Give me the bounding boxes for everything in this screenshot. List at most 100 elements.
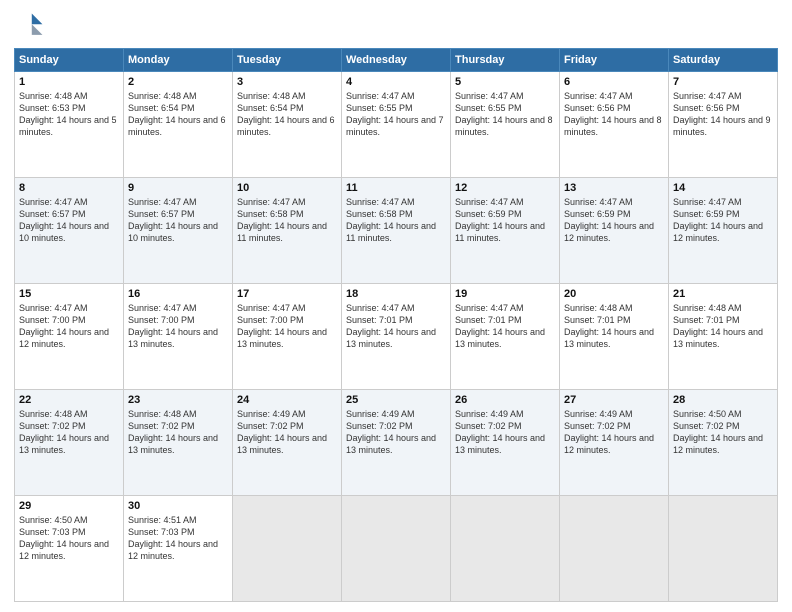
calendar-cell: 16Sunrise: 4:47 AMSunset: 7:00 PMDayligh… [124, 284, 233, 390]
logo-icon [14, 10, 46, 42]
day-info: Sunrise: 4:48 AMSunset: 7:02 PMDaylight:… [128, 409, 218, 455]
day-info: Sunrise: 4:47 AMSunset: 6:59 PMDaylight:… [564, 197, 654, 243]
day-number: 19 [455, 288, 555, 300]
day-number: 24 [237, 394, 337, 406]
calendar-cell: 12 Sunrise: 4:47 AMSunset: 6:59 PMDayligh… [451, 178, 560, 284]
day-number: 20 [564, 288, 664, 300]
page: SundayMondayTuesdayWednesdayThursdayFrid… [0, 0, 792, 612]
day-number: 27 [564, 394, 664, 406]
calendar-row: 1 Sunrise: 4:48 AMSunset: 6:53 PMDaylight… [15, 72, 778, 178]
day-number: 8 [19, 182, 119, 194]
logo [14, 10, 50, 42]
calendar-cell: 10 Sunrise: 4:47 AMSunset: 6:58 PMDayligh… [233, 178, 342, 284]
day-number: 30 [128, 500, 228, 512]
calendar-row: 15Sunrise: 4:47 AMSunset: 7:00 PMDayligh… [15, 284, 778, 390]
day-info: Sunrise: 4:47 AMSunset: 7:01 PMDaylight:… [455, 303, 545, 349]
calendar-cell: 5 Sunrise: 4:47 AMSunset: 6:55 PMDaylight… [451, 72, 560, 178]
day-info: Sunrise: 4:48 AMSunset: 6:53 PMDaylight:… [19, 91, 117, 137]
day-number: 18 [346, 288, 446, 300]
day-info: Sunrise: 4:47 AMSunset: 6:55 PMDaylight:… [346, 91, 444, 137]
day-number: 22 [19, 394, 119, 406]
calendar-header-row: SundayMondayTuesdayWednesdayThursdayFrid… [15, 49, 778, 72]
day-info: Sunrise: 4:49 AMSunset: 7:02 PMDaylight:… [346, 409, 436, 455]
day-info: Sunrise: 4:47 AMSunset: 6:56 PMDaylight:… [564, 91, 662, 137]
day-info: Sunrise: 4:48 AMSunset: 6:54 PMDaylight:… [128, 91, 226, 137]
calendar-cell: 8Sunrise: 4:47 AMSunset: 6:57 PMDaylight… [15, 178, 124, 284]
calendar-cell: 1 Sunrise: 4:48 AMSunset: 6:53 PMDaylight… [15, 72, 124, 178]
calendar-cell: 26 Sunrise: 4:49 AMSunset: 7:02 PMDayligh… [451, 390, 560, 496]
day-info: Sunrise: 4:49 AMSunset: 7:02 PMDaylight:… [564, 409, 654, 455]
calendar-header-sunday: Sunday [15, 49, 124, 72]
day-number: 5 [455, 76, 555, 88]
day-number: 12 [455, 182, 555, 194]
day-number: 29 [19, 500, 119, 512]
day-info: Sunrise: 4:50 AMSunset: 7:03 PMDaylight:… [19, 515, 109, 561]
day-info: Sunrise: 4:47 AMSunset: 7:00 PMDaylight:… [237, 303, 327, 349]
calendar-cell: 22 Sunrise: 4:48 AMSunset: 7:02 PMDayligh… [15, 390, 124, 496]
calendar-cell: 20Sunrise: 4:48 AMSunset: 7:01 PMDayligh… [560, 284, 669, 390]
day-number: 9 [128, 182, 228, 194]
calendar-cell: 9Sunrise: 4:47 AMSunset: 6:57 PMDaylight… [124, 178, 233, 284]
calendar-cell [669, 496, 778, 602]
calendar-cell: 25 Sunrise: 4:49 AMSunset: 7:02 PMDayligh… [342, 390, 451, 496]
calendar-cell: 2 Sunrise: 4:48 AMSunset: 6:54 PMDaylight… [124, 72, 233, 178]
day-number: 25 [346, 394, 446, 406]
calendar-cell: 6 Sunrise: 4:47 AMSunset: 6:56 PMDaylight… [560, 72, 669, 178]
day-number: 10 [237, 182, 337, 194]
day-info: Sunrise: 4:47 AMSunset: 6:56 PMDaylight:… [673, 91, 771, 137]
calendar-cell: 27 Sunrise: 4:49 AMSunset: 7:02 PMDayligh… [560, 390, 669, 496]
day-info: Sunrise: 4:47 AMSunset: 6:58 PMDaylight:… [237, 197, 327, 243]
day-number: 4 [346, 76, 446, 88]
day-number: 26 [455, 394, 555, 406]
day-number: 6 [564, 76, 664, 88]
calendar-row: 22 Sunrise: 4:48 AMSunset: 7:02 PMDayligh… [15, 390, 778, 496]
day-info: Sunrise: 4:47 AMSunset: 6:59 PMDaylight:… [673, 197, 763, 243]
calendar-cell: 23 Sunrise: 4:48 AMSunset: 7:02 PMDayligh… [124, 390, 233, 496]
header [14, 10, 778, 42]
day-number: 17 [237, 288, 337, 300]
calendar-cell: 21Sunrise: 4:48 AMSunset: 7:01 PMDayligh… [669, 284, 778, 390]
calendar-cell: 7 Sunrise: 4:47 AMSunset: 6:56 PMDaylight… [669, 72, 778, 178]
day-number: 13 [564, 182, 664, 194]
day-info: Sunrise: 4:51 AMSunset: 7:03 PMDaylight:… [128, 515, 218, 561]
day-info: Sunrise: 4:47 AMSunset: 7:01 PMDaylight:… [346, 303, 436, 349]
day-number: 7 [673, 76, 773, 88]
calendar-cell: 14 Sunrise: 4:47 AMSunset: 6:59 PMDayligh… [669, 178, 778, 284]
calendar-cell: 30 Sunrise: 4:51 AMSunset: 7:03 PMDayligh… [124, 496, 233, 602]
calendar-cell: 15Sunrise: 4:47 AMSunset: 7:00 PMDayligh… [15, 284, 124, 390]
calendar-cell: 29 Sunrise: 4:50 AMSunset: 7:03 PMDayligh… [15, 496, 124, 602]
day-info: Sunrise: 4:47 AMSunset: 7:00 PMDaylight:… [128, 303, 218, 349]
calendar-header-friday: Friday [560, 49, 669, 72]
calendar-row: 29 Sunrise: 4:50 AMSunset: 7:03 PMDayligh… [15, 496, 778, 602]
day-info: Sunrise: 4:47 AMSunset: 6:55 PMDaylight:… [455, 91, 553, 137]
calendar-cell: 11 Sunrise: 4:47 AMSunset: 6:58 PMDayligh… [342, 178, 451, 284]
calendar-cell: 13 Sunrise: 4:47 AMSunset: 6:59 PMDayligh… [560, 178, 669, 284]
calendar-cell: 24 Sunrise: 4:49 AMSunset: 7:02 PMDayligh… [233, 390, 342, 496]
day-number: 14 [673, 182, 773, 194]
calendar-cell: 17 Sunrise: 4:47 AMSunset: 7:00 PMDayligh… [233, 284, 342, 390]
calendar-header-monday: Monday [124, 49, 233, 72]
day-info: Sunrise: 4:47 AMSunset: 7:00 PMDaylight:… [19, 303, 109, 349]
day-number: 3 [237, 76, 337, 88]
calendar-table: SundayMondayTuesdayWednesdayThursdayFrid… [14, 48, 778, 602]
day-number: 21 [673, 288, 773, 300]
calendar-cell [233, 496, 342, 602]
calendar-header-thursday: Thursday [451, 49, 560, 72]
day-info: Sunrise: 4:49 AMSunset: 7:02 PMDaylight:… [237, 409, 327, 455]
calendar-header-wednesday: Wednesday [342, 49, 451, 72]
day-info: Sunrise: 4:47 AMSunset: 6:59 PMDaylight:… [455, 197, 545, 243]
calendar-header-saturday: Saturday [669, 49, 778, 72]
day-info: Sunrise: 4:47 AMSunset: 6:58 PMDaylight:… [346, 197, 436, 243]
day-info: Sunrise: 4:48 AMSunset: 7:02 PMDaylight:… [19, 409, 109, 455]
day-number: 2 [128, 76, 228, 88]
day-number: 11 [346, 182, 446, 194]
calendar-cell: 3Sunrise: 4:48 AMSunset: 6:54 PMDaylight… [233, 72, 342, 178]
calendar-cell: 28 Sunrise: 4:50 AMSunset: 7:02 PMDayligh… [669, 390, 778, 496]
day-number: 28 [673, 394, 773, 406]
day-number: 1 [19, 76, 119, 88]
calendar-cell: 18 Sunrise: 4:47 AMSunset: 7:01 PMDayligh… [342, 284, 451, 390]
day-number: 23 [128, 394, 228, 406]
day-info: Sunrise: 4:49 AMSunset: 7:02 PMDaylight:… [455, 409, 545, 455]
calendar-header-tuesday: Tuesday [233, 49, 342, 72]
day-info: Sunrise: 4:50 AMSunset: 7:02 PMDaylight:… [673, 409, 763, 455]
